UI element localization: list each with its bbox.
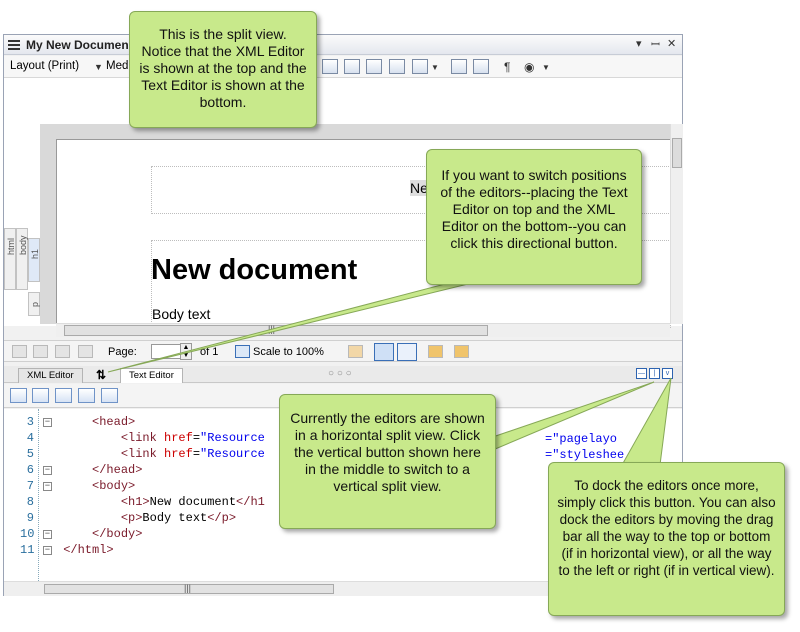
callout-switch-positions: If you want to switch positions of the e… xyxy=(426,149,642,285)
callout-dock: To dock the editors once more, simply cl… xyxy=(548,462,785,616)
callout-split-view: This is the split view. Notice that the … xyxy=(129,11,317,128)
callout-horizontal-split: Currently the editors are shown in a hor… xyxy=(279,394,496,529)
